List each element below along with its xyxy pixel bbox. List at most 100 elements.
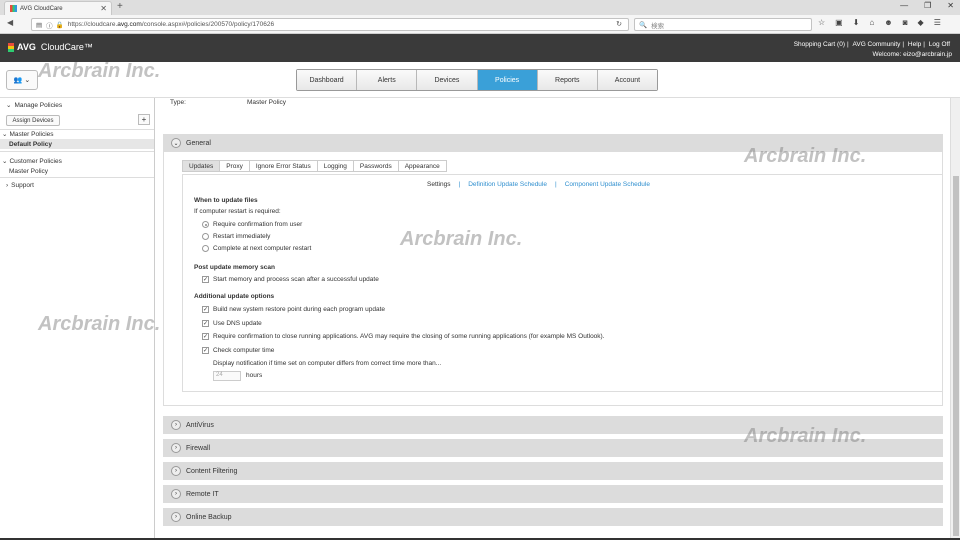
section-online-backup-label: Online Backup: [186, 513, 232, 521]
avg-logo: AVG CloudCare™: [8, 42, 93, 52]
bookmarks-list-icon[interactable]: ▣: [835, 18, 843, 27]
nav-account[interactable]: Account: [597, 70, 658, 90]
avg-logo-icon: [8, 42, 14, 52]
tab-passwords[interactable]: Passwords: [353, 160, 399, 172]
radio-require-confirmation[interactable]: [202, 221, 209, 228]
general-body: Updates Proxy Ignore Error Status Loggin…: [163, 152, 943, 406]
nav-dashboard[interactable]: Dashboard: [297, 70, 358, 90]
reload-icon[interactable]: ↻: [616, 20, 622, 28]
nav-reports[interactable]: Reports: [537, 70, 598, 90]
manage-policies-toggle[interactable]: ⌄ Manage Policies: [0, 100, 154, 110]
divider: [0, 151, 154, 152]
close-tab-icon[interactable]: ✕: [100, 4, 107, 13]
url-prefix: https://cloudcare.: [67, 21, 118, 28]
link-separator: |: [554, 181, 557, 188]
notify-text: Display notification if time set on comp…: [213, 360, 442, 367]
add-policy-button[interactable]: +: [138, 114, 150, 125]
tab-updates[interactable]: Updates: [182, 160, 221, 172]
nav-policies[interactable]: Policies: [477, 70, 538, 90]
section-firewall-label: Firewall: [186, 444, 211, 452]
browser-tab[interactable]: AVG CloudCare ✕: [4, 1, 112, 15]
browser-toolbar: ◀ ▤ ⓘ 🔒 https://cloudcare. avg.com/consol…: [0, 15, 960, 34]
checkbox-dns-update[interactable]: ✓: [202, 320, 209, 327]
link-separator: |: [458, 181, 461, 188]
group-icon: 👥: [13, 77, 23, 84]
section-antivirus[interactable]: › AntiVirus: [163, 416, 943, 434]
logoff-link[interactable]: Log Off: [929, 41, 950, 48]
master-policies-toggle[interactable]: ⌄ Master Policies: [0, 129, 154, 139]
customer-policies-toggle[interactable]: ⌄ Customer Policies: [0, 156, 154, 166]
divider: [0, 177, 154, 178]
manage-policies-label: Manage Policies: [14, 101, 63, 109]
sidebar-item-master-policy[interactable]: Master Policy: [0, 166, 154, 176]
section-content-filtering[interactable]: › Content Filtering: [163, 462, 943, 480]
new-tab-icon[interactable]: +: [117, 1, 123, 12]
definition-schedule-link[interactable]: Definition Update Schedule: [468, 181, 547, 188]
url-suffix: /console.aspx#/policies/200570/policy/17…: [141, 21, 275, 28]
minimize-icon[interactable]: —: [900, 1, 908, 10]
pocket-icon[interactable]: ◙: [903, 18, 908, 27]
avg-favicon-icon: [10, 5, 17, 12]
organization-dropdown[interactable]: 👥 ⌄: [6, 70, 38, 90]
checkbox-memory-scan[interactable]: ✓: [202, 276, 209, 283]
community-link[interactable]: AVG Community: [853, 41, 901, 48]
search-input[interactable]: 🔍 検索: [634, 18, 812, 31]
checkbox-check-time[interactable]: ✓: [202, 347, 209, 354]
assign-devices-button[interactable]: Assign Devices: [6, 115, 60, 126]
emoji-icon[interactable]: ☻: [884, 18, 892, 27]
section-firewall[interactable]: › Firewall: [163, 439, 943, 457]
radio-require-confirmation-label: Require confirmation from user: [213, 221, 303, 228]
close-window-icon[interactable]: ✕: [947, 1, 954, 10]
updates-panel: Settings | Definition Update Schedule | …: [182, 174, 943, 392]
page-scrollbar[interactable]: [950, 98, 960, 540]
menu-icon[interactable]: ☰: [934, 18, 941, 27]
component-schedule-link[interactable]: Component Update Schedule: [565, 181, 650, 188]
checkbox-restore-point[interactable]: ✓: [202, 306, 209, 313]
tab-ignore-error-status[interactable]: Ignore Error Status: [249, 160, 318, 172]
hours-input[interactable]: 24: [213, 371, 241, 381]
reader-icon[interactable]: ▤: [36, 21, 42, 29]
browser-tab-strip: AVG CloudCare ✕ + — ❐ ✕: [0, 0, 960, 15]
nav-alerts[interactable]: Alerts: [357, 70, 418, 90]
checkbox-dns-update-label: Use DNS update: [213, 320, 262, 327]
shopping-cart-link[interactable]: Shopping Cart (0): [794, 41, 845, 48]
info-icon[interactable]: ⓘ: [46, 20, 53, 30]
url-domain: avg.com: [117, 21, 142, 28]
general-subtabs: Updates Proxy Ignore Error Status Loggin…: [182, 160, 447, 172]
chevron-right-icon: ›: [171, 466, 181, 476]
sidebar-item-default-policy[interactable]: Default Policy: [0, 139, 154, 149]
radio-complete-next-restart[interactable]: [202, 245, 209, 252]
type-value: Master Policy: [247, 99, 287, 106]
back-icon[interactable]: ◀: [7, 18, 13, 27]
bookmark-star-icon[interactable]: ☆: [818, 18, 825, 27]
lock-icon: 🔒: [55, 21, 64, 29]
home-icon[interactable]: ⌂: [869, 18, 874, 27]
chevron-down-icon: ⌄: [24, 77, 31, 84]
support-toggle[interactable]: › Support: [0, 180, 154, 190]
restore-icon[interactable]: ❐: [924, 1, 931, 10]
url-bar[interactable]: ▤ ⓘ 🔒 https://cloudcare. avg.com/console.…: [31, 18, 629, 31]
download-icon[interactable]: ⬇: [853, 18, 860, 27]
checkbox-close-apps[interactable]: ✓: [202, 333, 209, 340]
section-online-backup[interactable]: › Online Backup: [163, 508, 943, 526]
welcome-text: Welcome: eizo@arcbrain.jp: [872, 51, 952, 58]
section-general[interactable]: ⌄ General: [163, 134, 943, 152]
radio-restart-immediately[interactable]: [202, 233, 209, 240]
section-content-filtering-label: Content Filtering: [186, 467, 238, 475]
window-controls: — ❐ ✕: [900, 1, 954, 10]
search-placeholder: 検索: [651, 22, 665, 30]
updates-links: Settings | Definition Update Schedule | …: [427, 181, 650, 188]
tab-proxy[interactable]: Proxy: [220, 160, 250, 172]
extension-icon[interactable]: ◆: [918, 18, 924, 27]
scrollbar-thumb[interactable]: [953, 176, 959, 536]
support-label: Support: [11, 181, 34, 189]
settings-link[interactable]: Settings: [427, 181, 451, 188]
checkbox-check-time-label: Check computer time: [213, 347, 275, 354]
chevron-right-icon: ›: [171, 443, 181, 453]
checkbox-memory-scan-label: Start memory and process scan after a su…: [213, 276, 379, 283]
tab-logging[interactable]: Logging: [317, 160, 354, 172]
nav-devices[interactable]: Devices: [417, 70, 478, 90]
section-remote-it[interactable]: › Remote IT: [163, 485, 943, 503]
help-link[interactable]: Help: [908, 41, 921, 48]
tab-appearance[interactable]: Appearance: [398, 160, 447, 172]
